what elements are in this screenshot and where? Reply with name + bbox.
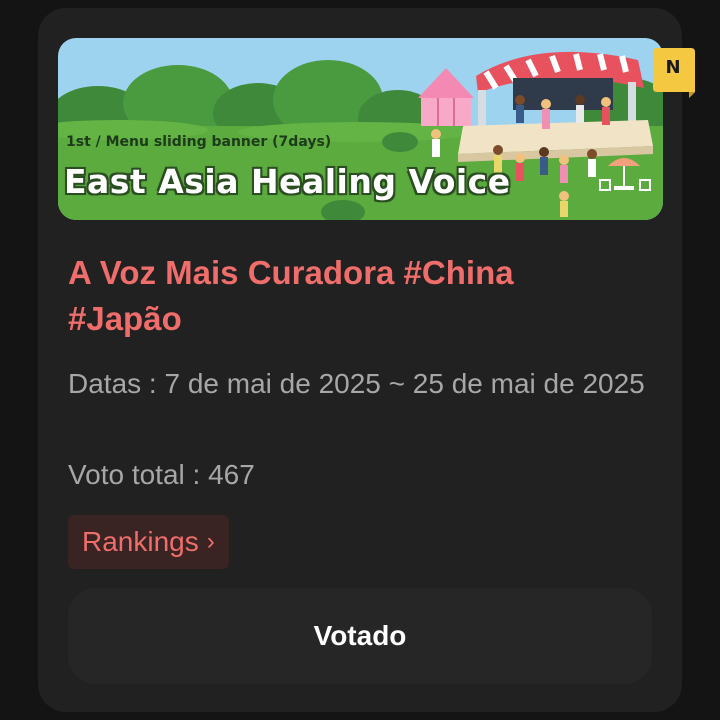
voted-button[interactable]: Votado: [68, 588, 652, 684]
event-banner[interactable]: 1st / Menu sliding banner (7days) East A…: [58, 38, 663, 220]
voted-label: Votado: [313, 620, 407, 651]
total-votes: Voto total : 467: [68, 459, 255, 490]
rankings-button[interactable]: Rankings ›: [68, 515, 229, 569]
event-dates: Datas : 7 de mai de 2025 ~ 25 de mai de …: [68, 368, 645, 399]
banner-subtitle: 1st / Menu sliding banner (7days): [66, 134, 332, 150]
chevron-right-icon: ›: [206, 528, 215, 555]
new-badge-letter: N: [665, 57, 681, 78]
event-title: A Voz Mais Curadora #China #Japão: [68, 254, 514, 337]
banner-title: East Asia Healing Voice: [64, 162, 511, 201]
rankings-label: Rankings: [82, 526, 199, 557]
new-badge: N: [653, 48, 695, 98]
